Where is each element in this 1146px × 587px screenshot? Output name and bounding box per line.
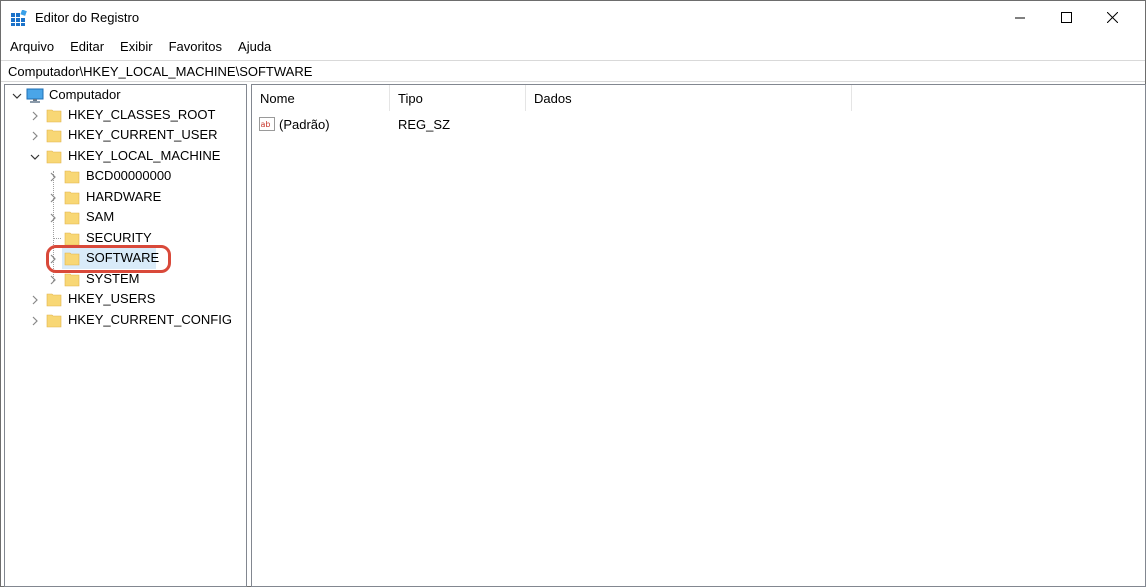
chevron-down-icon (12, 93, 22, 99)
string-value-icon: ab (259, 117, 275, 131)
folder-icon (64, 170, 80, 184)
registry-editor-icon (11, 10, 27, 26)
close-icon (1106, 12, 1118, 23)
expand-chevron[interactable] (29, 315, 41, 327)
annotation-highlight-ring (46, 245, 171, 273)
tree-item-bcd00000000[interactable]: BCD00000000 (83, 167, 174, 184)
expand-chevron[interactable] (29, 294, 41, 306)
maximize-icon (1060, 12, 1072, 23)
chevron-right-icon (32, 316, 38, 326)
address-path[interactable]: Computador\HKEY_LOCAL_MACHINE\SOFTWARE (8, 64, 312, 79)
collapse-chevron[interactable] (29, 151, 41, 163)
title-bar: Editor do Registro (1, 1, 1145, 34)
menu-ajuda[interactable]: Ajuda (230, 36, 279, 58)
folder-icon (64, 232, 80, 246)
folder-icon (46, 293, 62, 307)
expand-chevron[interactable] (29, 130, 41, 142)
computer-icon (26, 88, 44, 103)
column-header-nome[interactable]: Nome (252, 85, 390, 111)
window-title: Editor do Registro (35, 10, 140, 25)
menu-editar[interactable]: Editar (62, 36, 112, 58)
chevron-right-icon (50, 275, 56, 285)
folder-icon (46, 314, 62, 328)
value-name: (Padrão) (279, 117, 330, 132)
chevron-right-icon (50, 213, 56, 223)
menu-arquivo[interactable]: Arquivo (1, 36, 62, 58)
svg-text:ab: ab (261, 120, 271, 129)
list-header: Nome Tipo Dados (252, 85, 1145, 111)
maximize-button[interactable] (1043, 1, 1089, 34)
folder-open-icon (46, 150, 62, 164)
expand-chevron[interactable] (47, 171, 59, 183)
expand-chevron[interactable] (29, 110, 41, 122)
tree-item-sam[interactable]: SAM (83, 208, 117, 225)
folder-icon (64, 273, 80, 287)
folder-icon (46, 129, 62, 143)
value-type: REG_SZ (398, 117, 451, 132)
tree-item-hkey-current-config[interactable]: HKEY_CURRENT_CONFIG (65, 311, 235, 328)
folder-icon (46, 109, 62, 123)
values-list-pane[interactable]: Nome Tipo Dados ab (Padrão) REG_SZ (251, 84, 1146, 587)
chevron-right-icon (32, 295, 38, 305)
folder-icon (64, 191, 80, 205)
tree-pane[interactable]: Computador HKEY_CLASSES_ROOT HKEY_CURREN… (4, 84, 247, 587)
tree-item-computador[interactable]: Computador (46, 86, 124, 103)
address-bar[interactable]: Computador\HKEY_LOCAL_MACHINE\SOFTWARE (1, 60, 1145, 82)
expand-chevron[interactable] (47, 274, 59, 286)
tree-item-hkey-local-machine[interactable]: HKEY_LOCAL_MACHINE (65, 147, 223, 164)
folder-icon (64, 211, 80, 225)
tree-connector (53, 238, 61, 239)
column-header-tipo[interactable]: Tipo (390, 85, 526, 111)
registry-editor-window: Editor do Registro Arquivo Editar Exibir… (0, 0, 1146, 587)
minimize-icon (1015, 17, 1025, 18)
chevron-down-icon (30, 154, 40, 160)
column-header-dados[interactable]: Dados (526, 85, 852, 111)
chevron-right-icon (32, 111, 38, 121)
collapse-chevron-computador[interactable] (11, 90, 23, 102)
menu-favoritos[interactable]: Favoritos (161, 36, 230, 58)
expand-chevron[interactable] (47, 212, 59, 224)
menu-exibir[interactable]: Exibir (112, 36, 161, 58)
tree-item-hkey-current-user[interactable]: HKEY_CURRENT_USER (65, 126, 221, 143)
tree-item-hardware[interactable]: HARDWARE (83, 188, 164, 205)
tree-item-security[interactable]: SECURITY (83, 229, 155, 246)
chevron-right-icon (50, 193, 56, 203)
chevron-right-icon (50, 172, 56, 182)
menu-bar: Arquivo Editar Exibir Favoritos Ajuda (1, 36, 1145, 58)
value-row[interactable]: ab (Padrão) REG_SZ (252, 113, 852, 135)
tree-item-hkey-classes-root[interactable]: HKEY_CLASSES_ROOT (65, 106, 218, 123)
close-button[interactable] (1089, 1, 1135, 34)
chevron-right-icon (32, 131, 38, 141)
tree-item-hkey-users[interactable]: HKEY_USERS (65, 290, 158, 307)
expand-chevron[interactable] (47, 192, 59, 204)
minimize-button[interactable] (997, 1, 1043, 34)
